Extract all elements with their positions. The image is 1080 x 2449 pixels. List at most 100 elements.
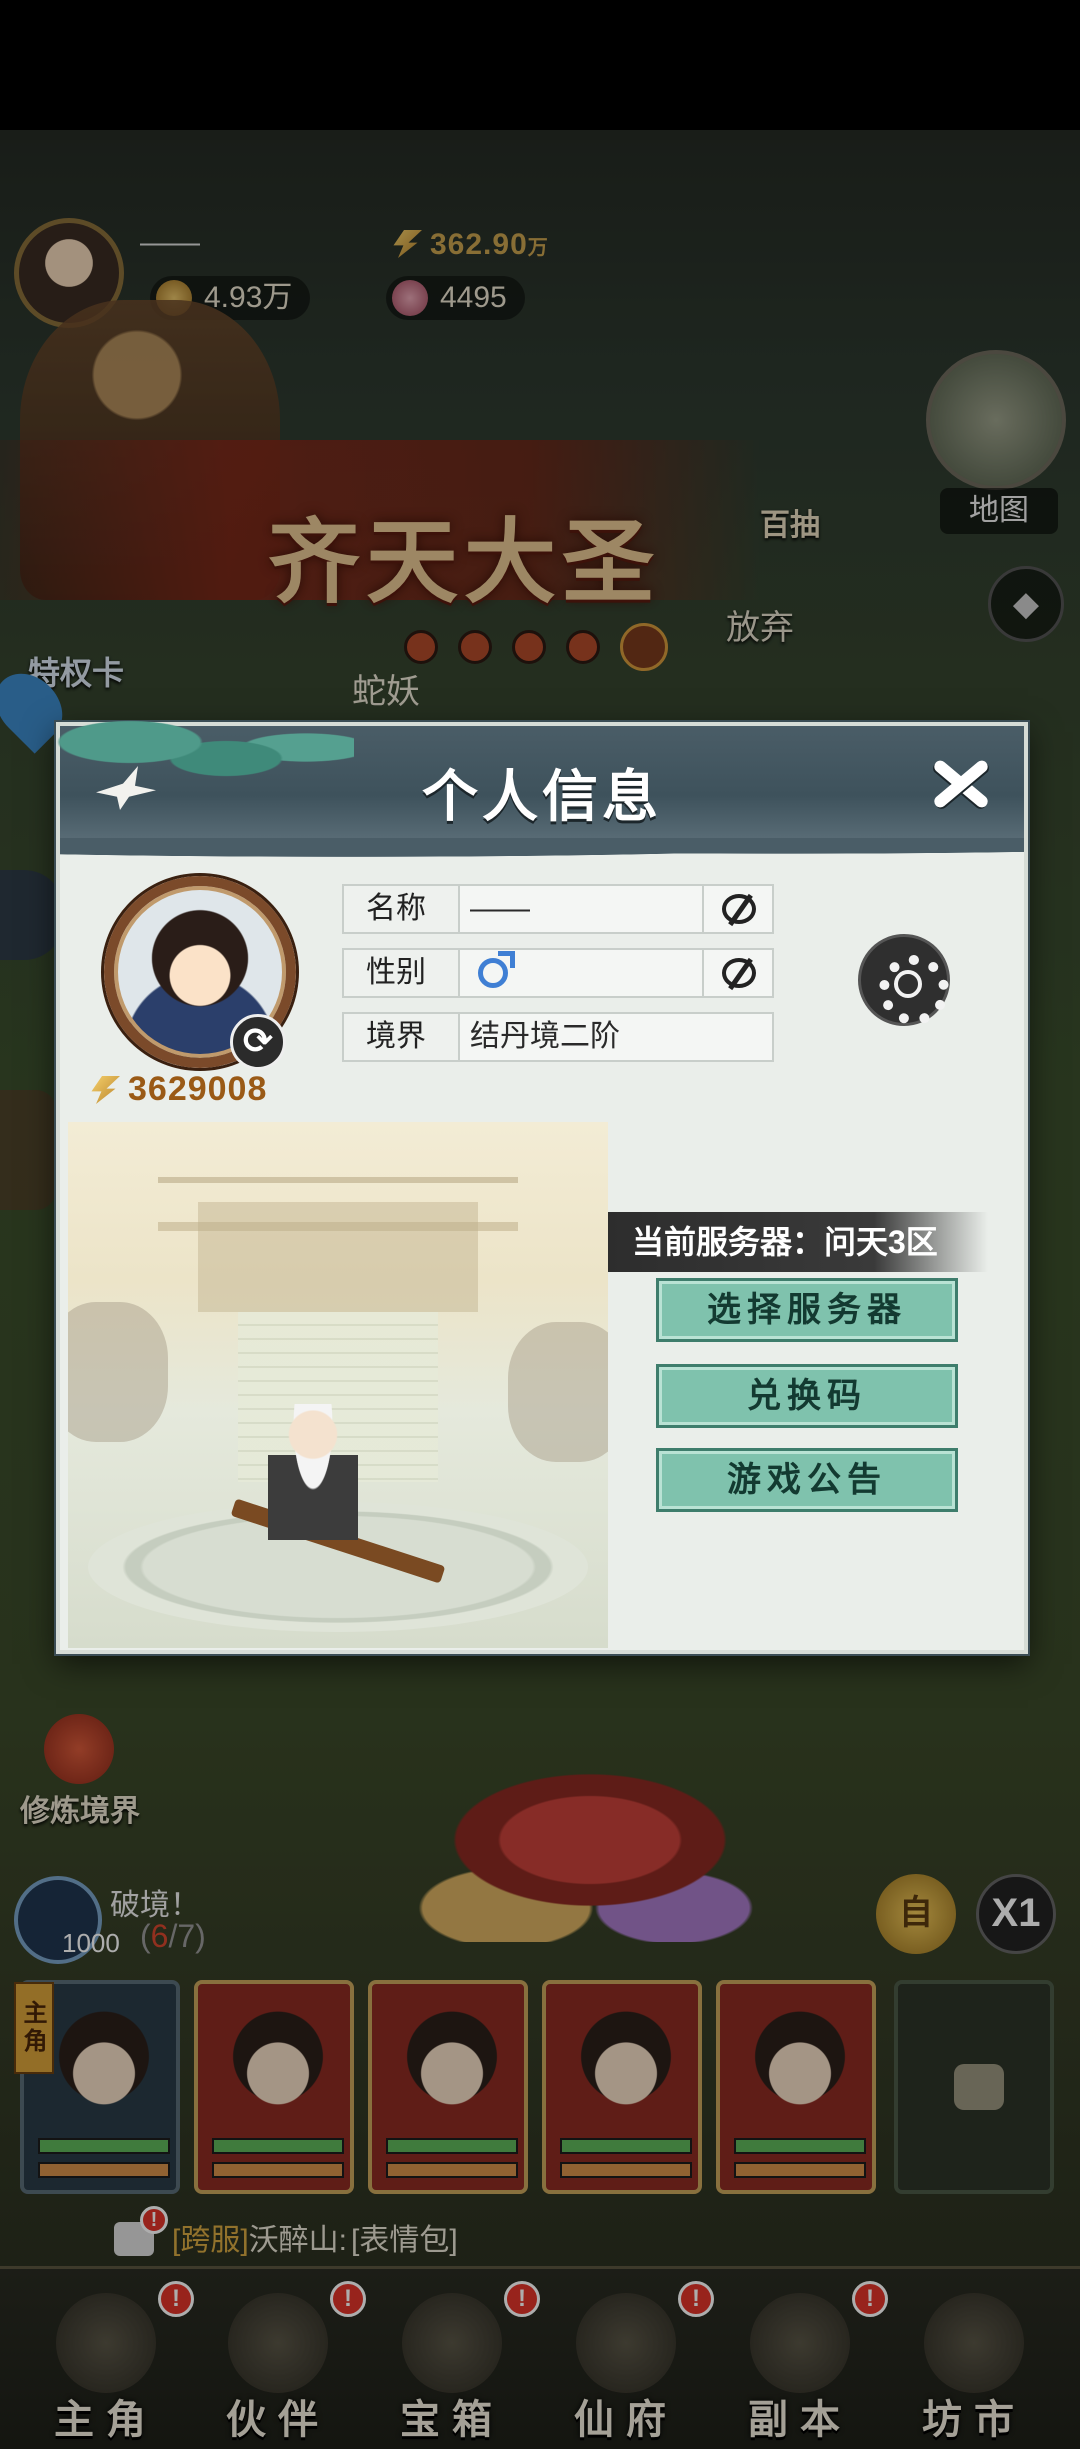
market-icon	[924, 2293, 1024, 2393]
nav-hero[interactable]: 主角 !	[20, 2279, 194, 2449]
nav-label: 仙府	[574, 2396, 678, 2443]
chat-badge: !	[140, 2206, 168, 2234]
nav-dungeon[interactable]: 副本 !	[714, 2279, 888, 2449]
combat-power-value: 3629008	[128, 1070, 268, 1108]
energy-bar	[212, 2162, 344, 2178]
ally-portrait	[210, 1998, 346, 2128]
chat-line[interactable]: [跨服]沃醉山: [表情包]	[172, 2218, 1072, 2264]
currency-b-pill[interactable]: 4495	[386, 276, 525, 320]
map-label[interactable]: 地图	[940, 488, 1058, 534]
gender-row: 性别	[342, 948, 774, 998]
team-card-5[interactable]	[716, 1980, 876, 2194]
dialog-title: 个人信息	[422, 764, 662, 830]
edit-name-button[interactable]	[702, 886, 772, 932]
redeem-code-button[interactable]: 兑换码	[656, 1364, 958, 1428]
dialog-header: 个人信息	[34, 698, 1024, 860]
hp-bar	[38, 2138, 170, 2154]
close-icon[interactable]	[924, 750, 994, 814]
team-card-4[interactable]	[542, 1980, 702, 2194]
gourd-icon	[228, 2293, 328, 2393]
current-server: 当前服务器：问天3区	[608, 1212, 988, 1272]
banner-title: 齐天大圣	[268, 508, 661, 616]
nav-immortal-mansion[interactable]: 仙府 !	[540, 2279, 714, 2449]
personal-info-dialog: 个人信息 ⟳ 3629008 名称 —— 性别 境界 结丹境二阶 当前服务器：问…	[34, 698, 1028, 1654]
hp-bar	[734, 2138, 866, 2154]
hud-player-name: ——	[140, 226, 200, 259]
stage-dot	[512, 630, 546, 664]
nav-badge: !	[852, 2281, 888, 2317]
ally-portrait	[384, 1998, 520, 2128]
auto-battle-button[interactable]: 自	[876, 1874, 956, 1954]
hp-bar	[386, 2138, 518, 2154]
tree-decoration	[68, 1302, 168, 1442]
realm-row: 境界 结丹境二阶	[342, 1012, 774, 1062]
map-button[interactable]	[926, 350, 1066, 490]
nav-badge: !	[678, 2281, 714, 2317]
realm-value: 结丹境二阶	[470, 1020, 620, 1053]
stage-dot	[566, 630, 600, 664]
select-server-button[interactable]: 选择服务器	[656, 1278, 958, 1342]
sword-icon	[750, 2293, 850, 2393]
nav-partner[interactable]: 伙伴 !	[192, 2279, 366, 2449]
cultivate-label: 修炼境界	[20, 1794, 140, 1829]
nav-label: 副本	[748, 2396, 852, 2443]
info-table: 名称 —— 性别 境界 结丹境二阶	[342, 884, 774, 1076]
progress-current: 6	[150, 1918, 169, 1954]
nav-label: 坊市	[922, 2396, 1026, 2443]
stage-dot	[458, 630, 492, 664]
nav-market[interactable]: 坊市	[888, 2279, 1060, 2449]
hud-gold-unit: 万	[527, 237, 549, 259]
hp-bar	[212, 2138, 344, 2154]
team-card-3[interactable]	[368, 1980, 528, 2194]
chat-message: [表情包]	[351, 2224, 458, 2257]
side-event-icon[interactable]	[0, 870, 64, 960]
edit-gender-button[interactable]	[702, 950, 772, 996]
gear-icon[interactable]	[858, 934, 950, 1026]
energy-bar	[386, 2162, 518, 2178]
nav-badge: !	[504, 2281, 540, 2317]
nav-badge: !	[330, 2281, 366, 2317]
currency-b-value: 4495	[440, 281, 507, 314]
gacha-label[interactable]: 百抽	[760, 500, 820, 544]
nav-label: 主角	[54, 2396, 158, 2443]
chat-channel-tag: [跨服]	[172, 2224, 249, 2257]
stage-progress	[404, 623, 668, 671]
speed-button[interactable]: X1	[976, 1874, 1056, 1954]
progress-open: (	[140, 1918, 151, 1954]
combat-power: 3629008	[90, 1070, 267, 1109]
energy-bar	[560, 2162, 692, 2178]
give-up-button[interactable]: 放弃	[726, 600, 794, 649]
mansion-icon	[576, 2293, 676, 2393]
breakthrough-count: 1000	[62, 1928, 120, 1958]
nav-label: 宝箱	[400, 2396, 504, 2443]
tree-decoration	[508, 1322, 608, 1462]
cultivate-realm-button[interactable]: 修炼境界	[20, 1714, 150, 1829]
character-scene	[68, 1122, 608, 1648]
male-icon	[478, 951, 515, 988]
side-event-icon-2[interactable]	[0, 1090, 56, 1210]
team-slot-locked[interactable]	[894, 1980, 1054, 2194]
team-card-2[interactable]	[194, 1980, 354, 2194]
nav-treasure-chest[interactable]: 宝箱 !	[366, 2279, 540, 2449]
diamond-icon[interactable]: ◆	[988, 566, 1064, 642]
boss-name: 蛇妖	[352, 673, 420, 711]
temple-background	[158, 1162, 518, 1312]
peach-icon	[392, 280, 428, 316]
announcement-button[interactable]: 游戏公告	[656, 1448, 958, 1512]
breakthrough-progress: (6/7)	[140, 1918, 206, 1955]
ally-portrait	[558, 1998, 694, 2128]
gourd-icon	[44, 1714, 114, 1784]
main-character-tag: 主角	[14, 1982, 54, 2074]
bottom-nav: 主角 ! 伙伴 ! 宝箱 ! 仙府 ! 副本 ! 坊市	[0, 2266, 1080, 2449]
hero-icon	[56, 2293, 156, 2393]
game-screen: —— 362.90万 4.93万 4495 齐天大圣 地图 ◆ 百抽 特权卡 放…	[0, 0, 1080, 2449]
character-model	[268, 1404, 358, 1574]
progress-rest: /7)	[168, 1918, 206, 1954]
treasure-pile[interactable]	[380, 1772, 800, 1942]
ally-portrait	[732, 1998, 868, 2128]
nav-label: 伙伴	[226, 2396, 330, 2443]
refresh-icon[interactable]: ⟳	[230, 1014, 286, 1070]
team-roster: 主角	[14, 1980, 1080, 2194]
hud-gold-value: 362.90	[430, 228, 528, 261]
edit-icon	[722, 894, 756, 924]
